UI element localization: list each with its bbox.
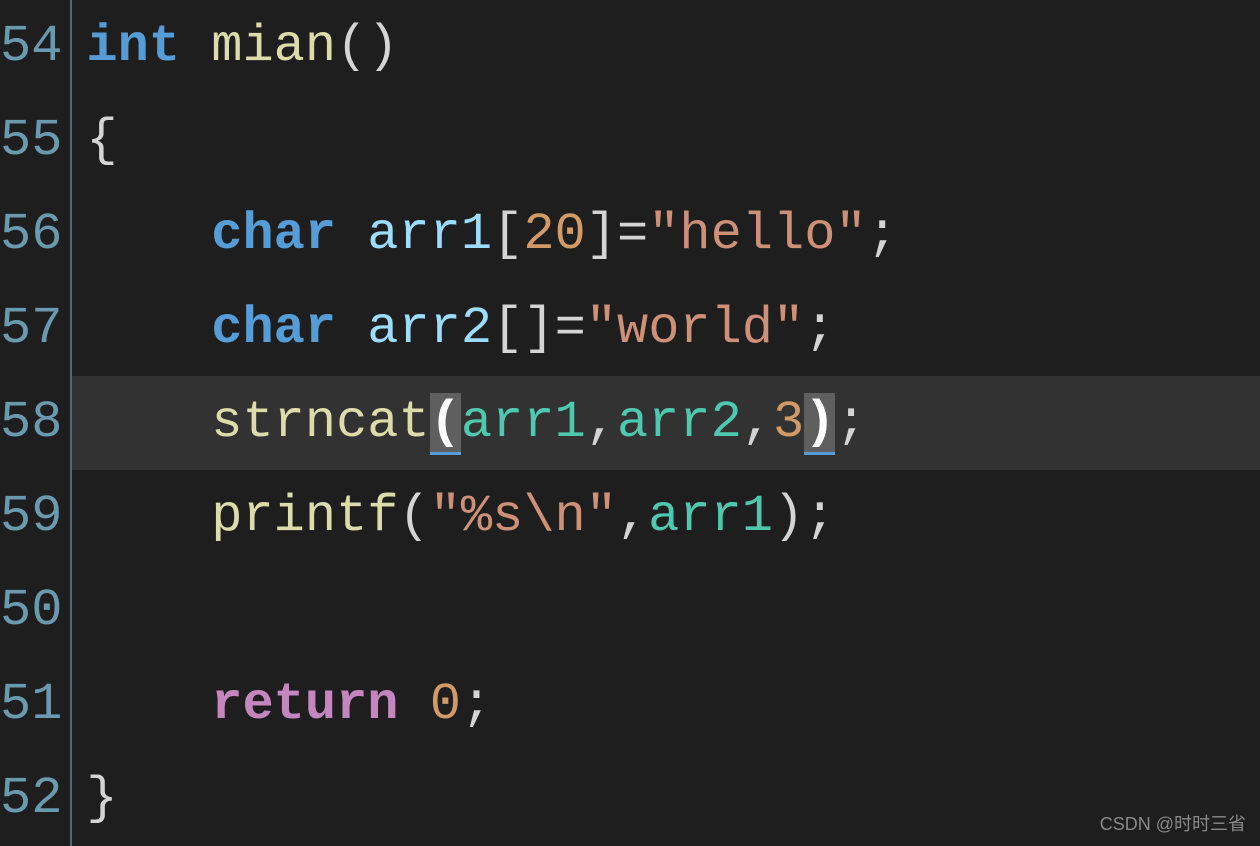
keyword-char: char — [211, 205, 336, 264]
paren-open: ( — [336, 17, 367, 76]
line-number: 52 — [0, 752, 70, 846]
code-line-55[interactable]: { — [72, 94, 1260, 188]
code-line-59[interactable]: printf("%s\n",arr1); — [72, 470, 1260, 564]
line-number: 50 — [0, 564, 70, 658]
line-number: 57 — [0, 282, 70, 376]
keyword-return: return — [211, 675, 398, 734]
string-world: "world" — [586, 299, 804, 358]
code-line-61[interactable]: return 0; — [72, 658, 1260, 752]
equals: = — [617, 205, 648, 264]
paren-close: ) — [367, 17, 398, 76]
arg-arr1: arr1 — [461, 393, 586, 452]
arg-3: 3 — [773, 393, 804, 452]
paren-close-matched: ) — [804, 393, 835, 455]
comma: , — [586, 393, 617, 452]
indent — [86, 205, 211, 264]
line-number: 58 — [0, 376, 70, 470]
brace-open: { — [86, 111, 117, 170]
brace-close: } — [86, 769, 117, 828]
semicolon: ; — [867, 205, 898, 264]
arg-arr1: arr1 — [648, 487, 773, 546]
code-line-58-current[interactable]: strncat(arr1,arr2,3); — [72, 376, 1260, 470]
indent — [86, 675, 211, 734]
line-number: 55 — [0, 94, 70, 188]
watermark-text: CSDN @时时三省 — [1100, 810, 1246, 836]
code-editor: 54 55 56 57 58 59 50 51 52 int mian() { … — [0, 0, 1260, 846]
bracket-open: [ — [492, 205, 523, 264]
line-number: 51 — [0, 658, 70, 752]
code-line-54[interactable]: int mian() — [72, 0, 1260, 94]
semicolon: ; — [804, 487, 835, 546]
bracket-open: [ — [492, 299, 523, 358]
keyword-char: char — [211, 299, 336, 358]
space — [336, 205, 367, 264]
indent — [86, 393, 211, 452]
line-number: 56 — [0, 188, 70, 282]
indent — [86, 487, 211, 546]
indent — [86, 299, 211, 358]
line-number: 54 — [0, 0, 70, 94]
comma: , — [742, 393, 773, 452]
string-hello: "hello" — [648, 205, 866, 264]
code-area[interactable]: int mian() { char arr1[20]="hello"; char… — [72, 0, 1260, 846]
space — [398, 675, 429, 734]
arg-arr2: arr2 — [617, 393, 742, 452]
keyword-int: int — [86, 17, 180, 76]
paren-close: ) — [773, 487, 804, 546]
semicolon: ; — [461, 675, 492, 734]
paren-open-matched: ( — [430, 393, 461, 455]
number-0: 0 — [430, 675, 461, 734]
comma: , — [617, 487, 648, 546]
code-line-57[interactable]: char arr2[]="world"; — [72, 282, 1260, 376]
space — [336, 299, 367, 358]
bracket-close: ] — [523, 299, 554, 358]
bracket-close: ] — [586, 205, 617, 264]
line-number: 59 — [0, 470, 70, 564]
function-name: mian — [211, 17, 336, 76]
line-number-gutter: 54 55 56 57 58 59 50 51 52 — [0, 0, 72, 846]
function-printf: printf — [211, 487, 398, 546]
equals: = — [555, 299, 586, 358]
code-line-62[interactable]: } — [72, 752, 1260, 846]
code-line-56[interactable]: char arr1[20]="hello"; — [72, 188, 1260, 282]
space — [180, 17, 211, 76]
paren-open: ( — [398, 487, 429, 546]
semicolon: ; — [835, 393, 866, 452]
format-string: "%s\n" — [430, 487, 617, 546]
semicolon: ; — [804, 299, 835, 358]
function-strncat: strncat — [211, 393, 429, 452]
identifier-arr2: arr2 — [367, 299, 492, 358]
number-20: 20 — [523, 205, 585, 264]
code-line-60[interactable] — [72, 564, 1260, 658]
identifier-arr1: arr1 — [367, 205, 492, 264]
